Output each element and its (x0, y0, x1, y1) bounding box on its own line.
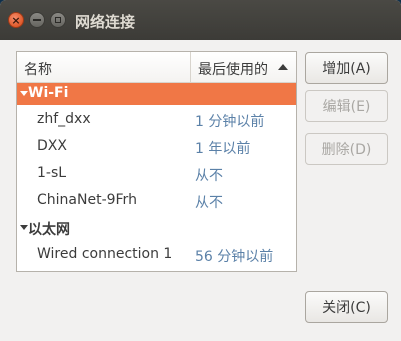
close-window-icon[interactable]: × (8, 12, 24, 28)
list-item[interactable]: DXX 1 年以前 (17, 133, 296, 160)
column-header-name[interactable]: 名称 (24, 59, 52, 79)
title-bar[interactable]: × 网络连接 (0, 0, 401, 40)
list-item[interactable]: 1-sL 从不 (17, 160, 296, 187)
list-header: 名称 最后使用的 (17, 52, 296, 83)
minimize-window-icon[interactable] (29, 12, 45, 28)
network-connections-window: × 网络连接 名称 最后使用的 Wi-Fi zhf_dxx 1 分钟以前 DXX… (0, 0, 401, 341)
add-button[interactable]: 增加(A) (305, 52, 388, 84)
group-row-wifi[interactable]: Wi-Fi (17, 83, 296, 105)
list-item[interactable]: ChinaNet-9Frh 从不 (17, 187, 296, 214)
connection-list[interactable]: 名称 最后使用的 Wi-Fi zhf_dxx 1 分钟以前 DXX 1 年以前 … (16, 51, 297, 272)
group-label: 以太网 (28, 222, 70, 238)
maximize-window-icon[interactable] (50, 12, 66, 28)
sort-ascending-icon (278, 64, 288, 70)
close-button[interactable]: 关闭(C) (305, 291, 388, 323)
column-header-last-used[interactable]: 最后使用的 (198, 59, 268, 79)
column-separator[interactable] (190, 52, 191, 82)
last-used-value: 1 分钟以前 (195, 114, 265, 130)
last-used-value: 从不 (195, 195, 223, 211)
connection-name: ChinaNet-9Frh (37, 192, 137, 208)
connection-name: DXX (37, 138, 67, 154)
group-label: Wi-Fi (28, 85, 69, 101)
connection-name: zhf_dxx (37, 111, 91, 127)
list-item[interactable]: Wired connection 1 56 分钟以前 (17, 241, 296, 268)
edit-button[interactable]: 编辑(E) (305, 90, 388, 122)
last-used-value: 从不 (195, 168, 223, 184)
window-title: 网络连接 (75, 13, 136, 31)
expander-down-icon[interactable] (20, 91, 28, 96)
list-item[interactable]: zhf_dxx 1 分钟以前 (17, 106, 296, 133)
connection-name: Wired connection 1 (37, 246, 173, 262)
delete-button[interactable]: 删除(D) (305, 133, 388, 165)
expander-down-icon[interactable] (20, 225, 28, 230)
connection-name: 1-sL (37, 165, 67, 181)
group-row-ethernet[interactable]: 以太网 (17, 214, 296, 241)
last-used-value: 1 年以前 (195, 141, 251, 157)
last-used-value: 56 分钟以前 (195, 249, 274, 265)
